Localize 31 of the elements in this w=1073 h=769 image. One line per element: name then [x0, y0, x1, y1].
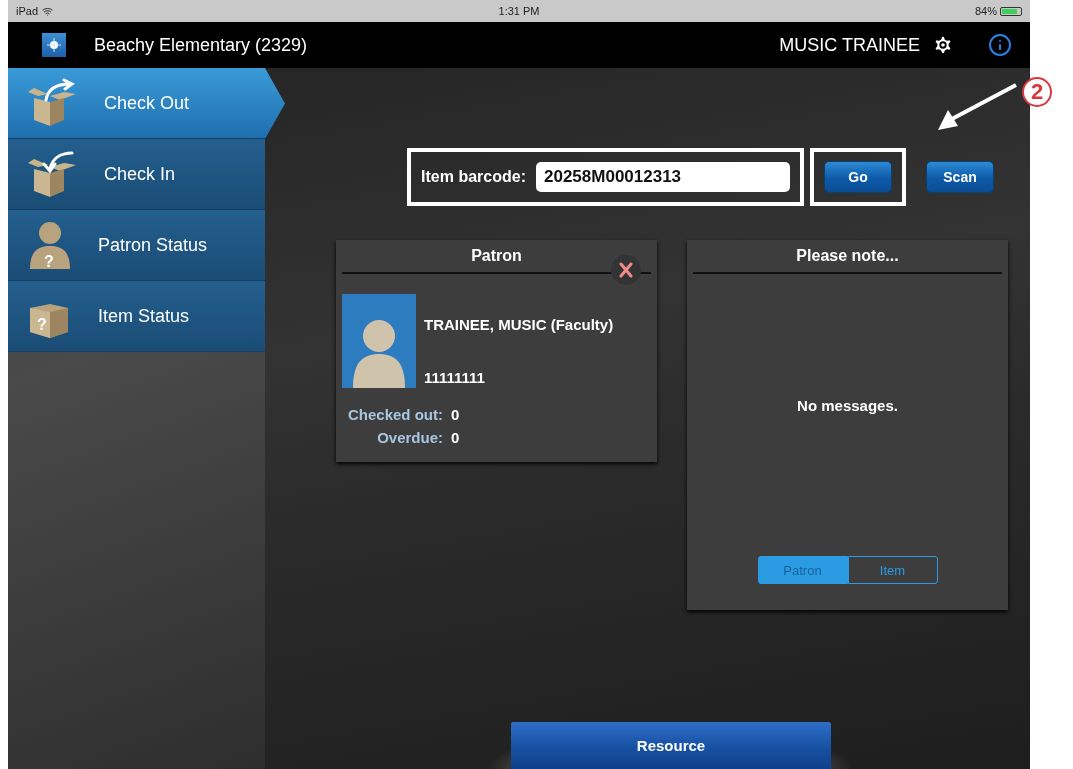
patron-name: TRAINEE, MUSIC (Faculty): [424, 316, 614, 333]
battery-percent: 84%: [974, 5, 997, 17]
patron-id: 11111111: [424, 369, 486, 386]
sidebar-item[interactable]: ? Item Status: [8, 281, 265, 352]
scan-button[interactable]: Scan: [926, 161, 994, 193]
no-messages-text: No messages.: [797, 396, 898, 414]
sidebar-item[interactable]: Check In: [8, 139, 265, 210]
stat-label: Checked out:: [348, 406, 443, 423]
panel-title: Please note...: [693, 240, 1002, 274]
barcode-label: Item barcode:: [421, 168, 526, 186]
close-button[interactable]: [611, 255, 641, 285]
segment-tab[interactable]: Item: [847, 556, 938, 584]
status-time: 1:31 PM: [498, 5, 540, 17]
battery-icon: [1000, 6, 1022, 16]
sidebar-item[interactable]: ? Patron Status: [8, 210, 265, 281]
device-name: iPad: [16, 5, 39, 17]
school-title: Beachy Elementary (2329): [94, 34, 309, 56]
info-icon[interactable]: [988, 33, 1012, 57]
go-button[interactable]: Go: [824, 161, 892, 193]
wifi-icon: [42, 5, 54, 17]
stat-value: 0: [451, 406, 460, 423]
barcode-field[interactable]: 20258M00012313: [536, 162, 790, 192]
resource-button[interactable]: Resource: [511, 722, 831, 769]
stat-label: Overdue:: [376, 429, 443, 446]
sidebar-item[interactable]: Check Out: [8, 68, 285, 139]
stat-value: 0: [451, 429, 460, 446]
settings-icon[interactable]: [932, 34, 954, 56]
user-name: MUSIC TRAINEE: [779, 34, 920, 56]
app-logo: [42, 33, 66, 57]
step-number: 2: [1022, 77, 1052, 107]
close-icon: [619, 262, 633, 278]
